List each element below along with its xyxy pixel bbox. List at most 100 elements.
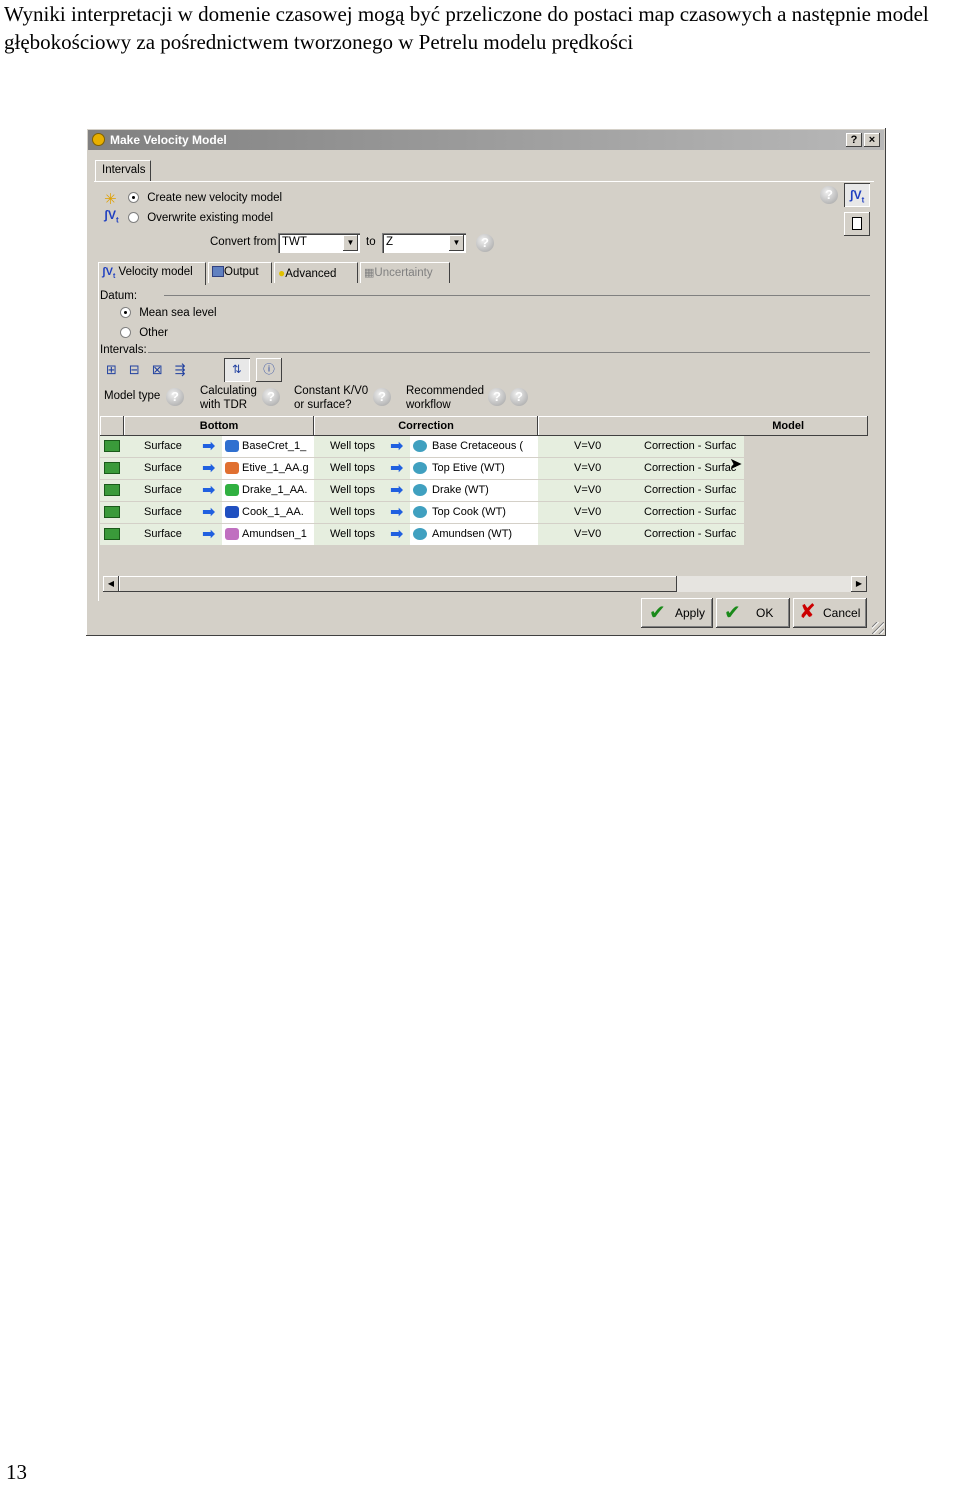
convert-from-combo[interactable]: TWT ▼ (278, 233, 360, 253)
row-type[interactable]: Surface (124, 436, 202, 457)
tab-intervals[interactable]: Intervals (95, 160, 151, 182)
tab-velocity-model[interactable]: ʃVt Velocity model (98, 262, 206, 285)
apply-button[interactable]: ✔ Apply (641, 598, 713, 628)
help-icon[interactable]: ? (820, 186, 838, 204)
row-correction-type[interactable]: Well tops (314, 436, 390, 457)
add-interval-icon[interactable]: ⊞ (106, 362, 129, 377)
row-correction-type[interactable]: Well tops (314, 480, 390, 501)
row-type[interactable]: Surface (124, 502, 202, 523)
scroll-thumb[interactable] (119, 576, 677, 592)
title-close-button[interactable]: × (864, 133, 880, 147)
row-correction[interactable]: Drake (WT) (410, 480, 538, 501)
row-bottom[interactable]: Drake_1_AA. (222, 480, 314, 501)
surface-icon (225, 506, 239, 518)
create-option-row: ✳ (104, 190, 117, 208)
cancel-button[interactable]: ✘ Cancel (793, 598, 867, 628)
surface-icon (225, 528, 239, 540)
surface-icon (225, 484, 239, 496)
horizontal-scrollbar[interactable]: ◀ ▶ (103, 576, 867, 592)
tab-velocity-model-label: Velocity model (118, 266, 193, 278)
table-row[interactable]: Surface ➡ Cook_1_AA. Well tops ➡ Top Coo… (100, 502, 868, 523)
row-bottom[interactable]: Cook_1_AA. (222, 502, 314, 523)
arrow-right-icon: ➡ (202, 524, 222, 545)
resize-grip[interactable] (872, 622, 884, 634)
checkmark-icon: ✔ (649, 602, 666, 624)
title-help-button[interactable]: ? (846, 133, 862, 147)
ok-button[interactable]: ✔ OK (716, 598, 790, 628)
overwrite-radio[interactable] (128, 212, 139, 224)
calc-tdr-help-icon[interactable]: ? (262, 388, 280, 406)
row-model[interactable]: Correction - Surfac (640, 480, 744, 501)
chevron-down-icon[interactable]: ▼ (449, 235, 464, 251)
model-type-help-icon[interactable]: ? (166, 388, 184, 406)
constant-line-2: or surface? (294, 399, 352, 411)
datum-msl-radio[interactable] (120, 307, 131, 319)
arrow-right-icon: ➡ (390, 436, 410, 457)
info-icon[interactable]: ⓘ (256, 358, 282, 382)
scroll-left-icon[interactable]: ◀ (103, 576, 119, 592)
tab-output-label: Output (224, 266, 259, 278)
surface-icon (225, 440, 239, 452)
datum-msl-option[interactable]: Mean sea level (120, 307, 217, 319)
recommended-help-icon-1[interactable]: ? (488, 388, 506, 406)
tab-advanced[interactable]: ●Advanced (274, 262, 358, 283)
datum-other-option[interactable]: Other (120, 327, 168, 339)
row-bottom[interactable]: Amundsen_1 (222, 524, 314, 545)
notes-button[interactable] (844, 212, 870, 236)
row-correction-type[interactable]: Well tops (314, 458, 390, 479)
surface-type-icon (100, 480, 124, 501)
convert-to-combo[interactable]: Z ▼ (382, 233, 466, 253)
header-correction[interactable]: Correction (314, 416, 538, 436)
row-correction[interactable]: Top Etive (WT) (410, 458, 538, 479)
insert-interval-icon[interactable]: ⊟ (129, 362, 152, 377)
table-row[interactable]: Surface ➡ Etive_1_AA.g Well tops ➡ Top E… (100, 458, 868, 479)
row-bottom[interactable]: BaseCret_1_ (222, 436, 314, 457)
row-correction-type[interactable]: Well tops (314, 502, 390, 523)
create-new-radio[interactable] (128, 192, 139, 204)
convert-help-icon[interactable]: ? (476, 234, 494, 252)
row-correction-type[interactable]: Well tops (314, 524, 390, 545)
row-velocity[interactable]: V=V0 (538, 458, 640, 479)
intervals-table: Bottom Correction Model Surface ➡ BaseCr… (100, 416, 868, 596)
scroll-right-icon[interactable]: ▶ (851, 576, 867, 592)
move-interval-icon[interactable]: ⇶ (175, 362, 198, 377)
row-correction[interactable]: Top Cook (WT) (410, 502, 538, 523)
overwrite-option[interactable]: Overwrite existing model (128, 212, 273, 224)
header-bottom[interactable]: Bottom (124, 416, 314, 436)
row-bottom[interactable]: Etive_1_AA.g (222, 458, 314, 479)
create-new-option[interactable]: Create new velocity model (128, 192, 282, 204)
make-velocity-model-dialog: Make Velocity Model ? × Intervals ✳ Crea… (86, 128, 886, 636)
title-bar[interactable]: Make Velocity Model ? × (88, 130, 884, 150)
row-velocity[interactable]: V=V0 (538, 436, 640, 457)
tab-output[interactable]: Output (208, 262, 272, 283)
datum-other-radio[interactable] (120, 327, 131, 339)
row-velocity[interactable]: V=V0 (538, 480, 640, 501)
row-model[interactable]: Correction - Surfac (640, 524, 744, 545)
tab-divider (94, 181, 874, 182)
row-velocity[interactable]: V=V0 (538, 524, 640, 545)
table-row[interactable]: Surface ➡ Drake_1_AA. Well tops ➡ Drake … (100, 480, 868, 501)
row-type[interactable]: Surface (124, 480, 202, 501)
dialog-title: Make Velocity Model (110, 133, 227, 147)
velocity-model-toggle-icon[interactable]: ʃVt (844, 183, 870, 207)
tab-uncertainty[interactable]: ▦Uncertainty (360, 262, 450, 283)
row-type[interactable]: Surface (124, 524, 202, 545)
row-correction[interactable]: Amundsen (WT) (410, 524, 538, 545)
table-row[interactable]: Surface ➡ BaseCret_1_ Well tops ➡ Base C… (100, 436, 868, 457)
row-correction[interactable]: Base Cretaceous ( (410, 436, 538, 457)
row-model[interactable]: Correction - Surfac (640, 502, 744, 523)
row-type[interactable]: Surface (124, 458, 202, 479)
header-model[interactable]: Model (538, 416, 868, 436)
constant-help-icon[interactable]: ? (373, 388, 391, 406)
chevron-down-icon[interactable]: ▼ (343, 235, 358, 251)
table-row[interactable]: Surface ➡ Amundsen_1 Well tops ➡ Amundse… (100, 524, 868, 545)
datum-other-label: Other (139, 327, 168, 339)
row-velocity[interactable]: V=V0 (538, 502, 640, 523)
petrel-app-icon (92, 133, 105, 146)
recommended-help-icon-2[interactable]: ? (510, 388, 528, 406)
tdr-table-icon[interactable]: ⇅ (224, 358, 250, 382)
row-bottom-label: BaseCret_1_ (242, 440, 307, 452)
cancel-x-icon: ✘ (799, 601, 816, 623)
constant-line-1: Constant K/V0 (294, 385, 369, 397)
remove-interval-icon[interactable]: ⊠ (152, 362, 175, 377)
